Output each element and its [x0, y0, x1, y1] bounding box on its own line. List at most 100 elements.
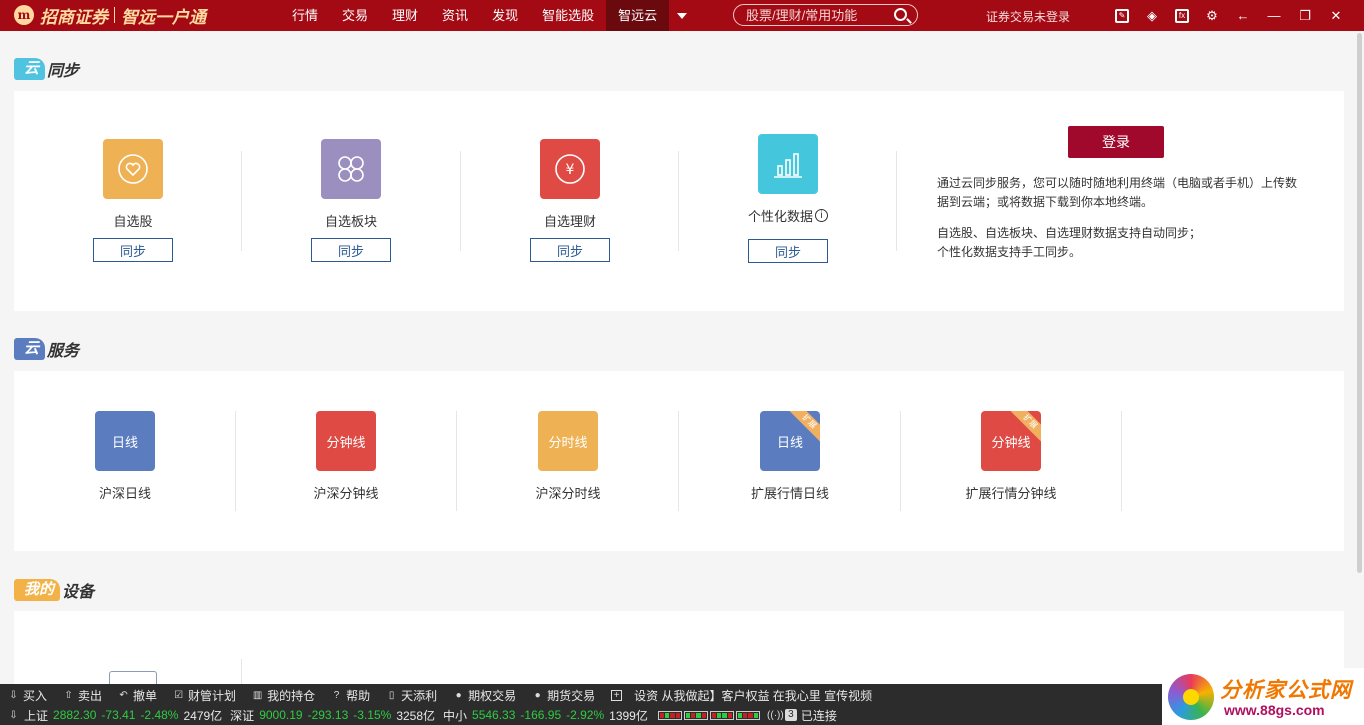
timeshare-line-icon: 分时线: [538, 411, 598, 471]
section-title-devices: 我的 设备: [14, 578, 94, 602]
options-trade-action[interactable]: ● 期权交易: [445, 687, 524, 704]
sync-desc-2: 自选股、自选板块、自选理财数据支持自动同步；: [937, 226, 1202, 240]
sync-stocks-button[interactable]: 同步: [93, 238, 173, 262]
box-icon[interactable]: ◈: [1144, 8, 1160, 24]
connection-status[interactable]: ((·)) 3 已连接: [767, 707, 837, 724]
market-breadth-bars: [657, 710, 760, 720]
sync-card-label: 个性化数据: [747, 209, 813, 224]
devices-panel: [14, 611, 1344, 684]
my-position-action[interactable]: ▥ 我的持仓: [244, 687, 323, 704]
news-ticker[interactable]: 设资 从我做起】客户权益 在我心里 宣传视频: [630, 687, 872, 704]
device-icon[interactable]: [109, 671, 157, 684]
fx-icon[interactable]: fx: [1175, 8, 1189, 23]
sync-card-label: 自选股: [113, 214, 153, 229]
edit-icon[interactable]: ✎: [1115, 8, 1129, 23]
buy-action[interactable]: ⇩ 买入: [0, 687, 55, 704]
nav-item-smart-pick[interactable]: 智能选股: [530, 0, 606, 31]
nav-item-news[interactable]: 资讯: [430, 0, 480, 31]
cancel-order-action[interactable]: ↶ 撤单: [110, 687, 165, 704]
service-card-label: 扩展行情日线: [750, 486, 829, 501]
main-nav: 行情 交易 理财 资讯 发现 智能选股 智远云: [280, 0, 695, 31]
divider: [460, 151, 461, 251]
quote-name: 深证: [230, 708, 255, 723]
divider: [1121, 411, 1122, 511]
sync-personal-button[interactable]: 同步: [748, 239, 828, 263]
search-box: [733, 4, 918, 26]
brand-divider: [114, 7, 115, 23]
quote-sme[interactable]: 中小 5546.33 -166.95 -2.92% 1399亿: [435, 707, 648, 724]
site-watermark: 分析家公式网 www.88gs.com: [1162, 668, 1364, 725]
help-action[interactable]: ? 帮助: [323, 687, 378, 704]
section-title-service: 云 服务: [14, 337, 79, 361]
search-icon[interactable]: [894, 8, 907, 21]
section-heading-service: 服务: [47, 343, 80, 360]
sync-card-label-row: 个性化数据 i: [718, 206, 858, 225]
divider: [456, 411, 457, 511]
service-card-label: 沪深日线: [98, 486, 151, 501]
sync-finance-button[interactable]: 同步: [530, 238, 610, 262]
service-card-timeshare[interactable]: 分时线 沪深分时线: [508, 411, 628, 502]
brand-mark-icon: m: [14, 5, 34, 25]
icon-text: 分钟线: [991, 434, 1031, 450]
daily-line-icon: 日线: [95, 411, 155, 471]
action-label: 撤单: [133, 688, 158, 703]
option-icon: ●: [455, 689, 462, 701]
service-card-minute[interactable]: 分钟线 沪深分钟线: [286, 411, 406, 502]
close-icon[interactable]: ✕: [1328, 8, 1344, 24]
quote-change: -293.13: [307, 708, 349, 722]
add-shortcut-button[interactable]: +: [603, 689, 630, 701]
nav-more-dropdown-icon[interactable]: [669, 0, 695, 31]
sync-desc-1: 通过云同步服务，您可以随时随地利用终端（电脑或者手机）上传数据到云端；或将数据下…: [937, 176, 1298, 209]
nav-item-market[interactable]: 行情: [280, 0, 330, 31]
top-bar: m 招商证券 智远一户通 行情 交易 理财 资讯 发现 智能选股 智远云 证券交…: [0, 0, 1364, 31]
wealth-plan-action[interactable]: ☑ 财管计划: [165, 687, 244, 704]
nav-item-cloud[interactable]: 智远云: [606, 0, 670, 31]
service-card-ext-daily[interactable]: 日线 扩展 扩展行情日线: [720, 411, 860, 502]
info-icon[interactable]: i: [815, 209, 828, 222]
upload-icon: ⇧: [64, 689, 73, 701]
back-arrow-icon[interactable]: ←: [1235, 8, 1251, 24]
quote-change: -73.41: [101, 708, 136, 722]
service-card-daily[interactable]: 日线 沪深日线: [65, 411, 185, 502]
plus-icon: +: [611, 689, 623, 701]
sync-blocks-button[interactable]: 同步: [311, 238, 391, 262]
yuan-icon: ¥: [540, 139, 600, 199]
sell-action[interactable]: ⇧ 卖出: [55, 687, 110, 704]
nav-item-discover[interactable]: 发现: [480, 0, 530, 31]
action-label: 我的持仓: [267, 688, 316, 703]
breadth-bar: [657, 710, 682, 720]
sync-description: 通过云同步服务，您可以随时随地利用终端（电脑或者手机）上传数据到云端；或将数据下…: [937, 174, 1307, 262]
trade-login-status[interactable]: 证券交易未登录: [986, 8, 1070, 25]
sync-card-personal: 个性化数据 i 同步: [718, 134, 858, 263]
quote-pct: -3.15%: [353, 708, 392, 722]
vertical-scrollbar[interactable]: [1357, 33, 1362, 573]
ext-daily-line-icon: 日线 扩展: [760, 411, 820, 471]
quote-shanghai[interactable]: ⇩ 上证 2882.30 -73.41 -2.48% 2479亿: [0, 707, 222, 724]
gear-icon[interactable]: ⚙: [1204, 8, 1220, 24]
restore-icon[interactable]: ❐: [1297, 8, 1313, 24]
nav-item-finance[interactable]: 理财: [380, 0, 430, 31]
breadth-bar: [709, 710, 734, 720]
download-icon: ⇩: [9, 689, 18, 701]
blocks-icon: [321, 139, 381, 199]
connection-label: 已连接: [800, 708, 837, 723]
service-card-label: 扩展行情分钟线: [965, 486, 1057, 501]
tiantianli-action[interactable]: ▯ 天添利: [378, 687, 445, 704]
sync-card-label: 自选板块: [324, 214, 377, 229]
divider: [678, 151, 679, 251]
quote-shenzhen[interactable]: 深证 9000.19 -293.13 -3.15% 3258亿: [222, 707, 435, 724]
yuan-glyph: ¥: [566, 162, 575, 178]
quote-price: 2882.30: [53, 708, 97, 722]
futures-trade-action[interactable]: ● 期货交易: [524, 687, 603, 704]
icon-text: 日线: [776, 434, 803, 450]
search-input[interactable]: [746, 7, 886, 23]
minimize-icon[interactable]: —: [1266, 8, 1282, 24]
sync-card-stocks: 自选股 同步: [73, 139, 193, 262]
nav-item-trade[interactable]: 交易: [330, 0, 380, 31]
quote-name: 中小: [443, 708, 468, 723]
service-card-ext-minute[interactable]: 分钟线 扩展 扩展行情分钟线: [941, 411, 1081, 502]
login-button[interactable]: 登录: [1068, 126, 1164, 158]
section-tag-devices: 我的: [14, 579, 61, 601]
action-label: 财管计划: [188, 688, 237, 703]
connection-count: 3: [784, 709, 797, 721]
